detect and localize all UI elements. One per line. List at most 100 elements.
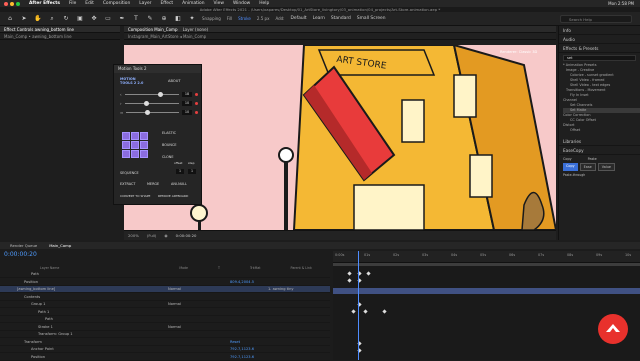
layer-row[interactable]: Anchor Point 792.7,1123.6 — [0, 346, 330, 353]
anchor-cell[interactable] — [131, 132, 139, 140]
camera-icon[interactable]: ◉ — [164, 233, 167, 238]
layer-row[interactable]: Group 1 Normal — [0, 301, 330, 308]
layer-row[interactable]: Transform: Group 1 — [0, 331, 330, 338]
pan-behind-icon[interactable]: ✥ — [90, 15, 98, 23]
extract-button[interactable]: EXTRACT — [120, 182, 135, 186]
menu-view[interactable]: View — [214, 1, 224, 6]
hand-tool-icon[interactable]: ✋ — [34, 15, 42, 23]
sequence-button[interactable]: SEQUENCE — [120, 171, 139, 175]
menu-edit[interactable]: Edit — [85, 1, 94, 6]
easecopy-ease-button[interactable]: Ease — [579, 163, 596, 171]
ani-null-button[interactable]: ANI-NULL — [171, 182, 187, 186]
timeline-timecode[interactable]: 0:00:00:20 — [4, 251, 37, 258]
layer-row[interactable]: Path — [0, 271, 330, 278]
composition-tab[interactable]: Composition Main_Comp Layer (none) — [124, 26, 556, 33]
slider-2-knob[interactable] — [143, 101, 149, 106]
eraser-tool-icon[interactable]: ◧ — [174, 15, 182, 23]
offset-input[interactable]: 1 — [176, 169, 184, 174]
clone-button[interactable]: CLONE — [162, 155, 173, 159]
anchor-cell[interactable] — [140, 141, 148, 149]
effect-controls-tab[interactable]: Effect Controls awning_bottom line — [0, 26, 120, 33]
rectangle-tool-icon[interactable]: ▭ — [104, 15, 112, 23]
tree-item[interactable]: Offset — [563, 128, 640, 133]
menu-animation[interactable]: Animation — [182, 1, 204, 6]
about-button[interactable]: ABOUT — [168, 79, 181, 83]
stroke-label[interactable]: Stroke — [238, 16, 251, 21]
fill-label[interactable]: Fill — [227, 16, 232, 21]
slider-row-1[interactable]: ‹ 18 — [120, 91, 198, 98]
layer-row[interactable]: Position 792.7,1123.6 — [0, 354, 330, 361]
layer-row[interactable]: Path — [0, 316, 330, 323]
search-help-input[interactable]: Search Help — [560, 15, 632, 23]
track-area[interactable] — [333, 263, 640, 360]
col-trkmat[interactable]: TrkMat — [250, 266, 261, 270]
bounce-button[interactable]: BOUNCE — [162, 143, 176, 147]
easecopy-value-button[interactable]: Value — [597, 163, 615, 171]
menu-help[interactable]: Help — [259, 1, 269, 6]
elastic-button[interactable]: ELASTIC — [162, 131, 176, 135]
anchor-grid[interactable] — [122, 132, 148, 158]
snapping-toggle[interactable]: Snapping — [202, 16, 221, 21]
merge-button[interactable]: MERGE — [147, 182, 159, 186]
work-area-bar[interactable] — [333, 263, 640, 266]
anchor-cell[interactable] — [122, 150, 130, 158]
slider-3-value[interactable]: 10 — [182, 110, 192, 115]
col-layer-name[interactable]: Layer Name — [40, 266, 59, 270]
main-comp-timeline-tab[interactable]: Main_Comp — [49, 242, 71, 249]
close-icon[interactable] — [4, 1, 8, 6]
app-name[interactable]: After Effects — [29, 1, 60, 6]
home-icon[interactable]: ⌂ — [6, 15, 14, 23]
current-time-indicator[interactable] — [358, 251, 359, 360]
property-value[interactable]: 809.4,2004.5 — [230, 279, 254, 285]
time-ruler[interactable]: 0:00s 01s 02s 03s 04s 05s 06s 07s 08s 09s 10s — [333, 251, 640, 263]
step-input[interactable]: 1 — [188, 169, 196, 174]
layer-row[interactable]: Transform Reset — [0, 339, 330, 346]
menu-composition[interactable]: Composition — [103, 1, 130, 6]
workspace-small-screen[interactable]: Small Screen — [357, 16, 386, 21]
comp-timecode[interactable]: 0:00:00:20 — [176, 233, 197, 238]
remove-artboard-button[interactable]: REMOVE ARTBOARD — [158, 194, 188, 198]
layer-row[interactable]: Position 809.4,2004.5 — [0, 279, 330, 286]
effects-search-input[interactable]: set — [563, 55, 636, 61]
zoom-tool-icon[interactable]: ⌕ — [48, 15, 56, 23]
resolution-select[interactable]: (Full) — [147, 233, 156, 238]
menu-layer[interactable]: Layer — [139, 1, 151, 6]
slider-1-knob[interactable] — [158, 92, 164, 97]
menu-file[interactable]: File — [69, 1, 76, 6]
slider-row-2[interactable]: › 10 — [120, 100, 198, 107]
add-label[interactable]: Add: — [275, 16, 284, 21]
col-mode[interactable]: Mode — [179, 266, 188, 270]
slider-3-knob[interactable] — [144, 110, 150, 115]
pen-tool-icon[interactable]: ✒ — [118, 15, 126, 23]
property-value[interactable]: 792.7,1123.6 — [230, 346, 254, 352]
property-value[interactable]: 792.7,1123.6 — [230, 354, 254, 360]
minimize-icon[interactable] — [10, 1, 14, 6]
audio-panel-tab[interactable]: Audio — [559, 35, 640, 44]
layer-row[interactable]: Contents — [0, 294, 330, 301]
selected-layer-bar[interactable] — [333, 288, 640, 294]
menu-window[interactable]: Window — [233, 1, 250, 6]
layer-mode-select[interactable]: Normal — [168, 286, 181, 292]
type-tool-icon[interactable]: T — [132, 15, 140, 23]
menu-effect[interactable]: Effect — [160, 1, 173, 6]
easecopy-copy-button[interactable]: Copy — [563, 163, 578, 171]
anchor-cell[interactable] — [140, 132, 148, 140]
info-panel-tab[interactable]: Info — [559, 26, 640, 35]
stroke-width[interactable]: 2.5 px — [257, 16, 270, 21]
workspace-standard[interactable]: Standard — [331, 16, 351, 21]
zoom-icon[interactable] — [16, 1, 20, 6]
brush-tool-icon[interactable]: ✎ — [146, 15, 154, 23]
layer-parent-select[interactable]: 1. awning tiny — [268, 286, 294, 292]
slider-1-reset[interactable] — [195, 93, 198, 96]
comp-breadcrumb[interactable]: Instagram_Main_ArtStore ◂ Main_Comp — [124, 33, 556, 40]
slider-2-value[interactable]: 10 — [182, 101, 192, 106]
window-controls[interactable] — [4, 1, 20, 6]
col-t[interactable]: T — [218, 266, 220, 270]
puppet-tool-icon[interactable]: ✦ — [188, 15, 196, 23]
paste-through-checkbox[interactable]: Paste-through — [559, 171, 640, 179]
slider-2-reset[interactable] — [195, 102, 198, 105]
effects-presets-tab[interactable]: Effects & Presets — [559, 44, 640, 53]
libraries-tab[interactable]: Libraries — [559, 137, 640, 146]
rotate-tool-icon[interactable]: ↻ — [62, 15, 70, 23]
slider-row-3[interactable]: ≈ 10 — [120, 109, 198, 116]
